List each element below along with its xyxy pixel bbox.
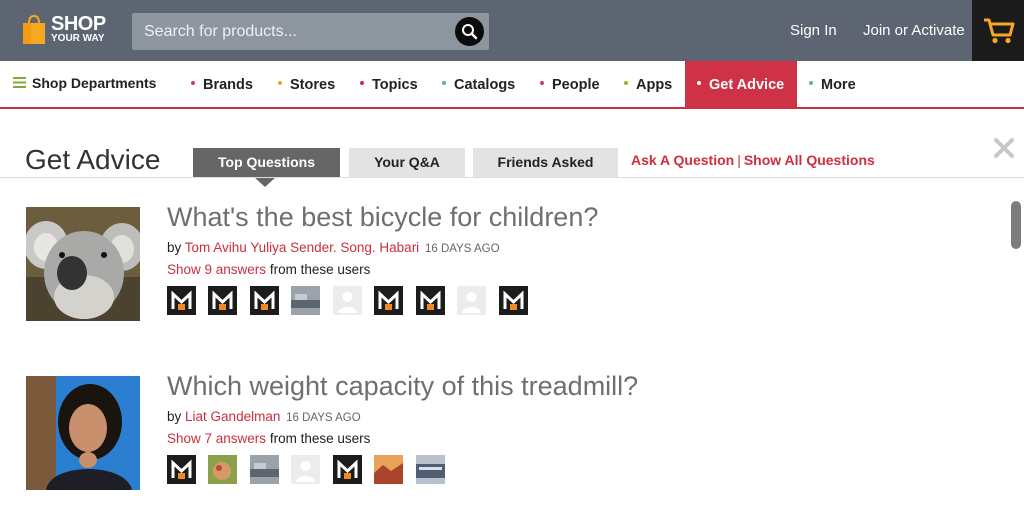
answers-summary: Show 7 answers from these users [167,430,370,447]
top-header: SHOP YOUR WAY Sign In Join or Activate [0,0,1024,61]
woman-portrait-photo-icon [26,376,140,490]
page: SHOP YOUR WAY Sign In Join or Activate [0,0,1024,525]
show-answers-link[interactable]: Show 7 answers [167,431,266,446]
author-link[interactable]: Tom Avihu Yuliya Sender. Song. Habari [185,240,419,255]
question-age: 16 days ago [286,412,361,424]
nav-dot-icon [540,81,544,86]
nav-item-topics[interactable]: Topics [360,61,418,108]
join-activate-link[interactable]: Join or Activate [863,22,965,40]
author-link[interactable]: Liat Gandelman [185,409,280,424]
m-logo-avatar-icon[interactable] [498,286,528,315]
from-users-label: from these users [269,431,371,446]
nav-dot-icon [360,81,364,86]
nav-item-label: Stores [290,77,336,93]
divider [0,177,1024,178]
from-users-label: from these users [269,262,371,277]
nav-item-more[interactable]: More [809,61,856,108]
nav-item-brands[interactable]: Brands [191,61,253,108]
question-meta: by Tom Avihu Yuliya Sender. Song. Habari… [167,239,500,258]
nav-dot-icon [191,81,195,86]
question-title[interactable]: Which weight capacity of this treadmill? [167,370,638,402]
search-box [132,13,489,50]
desk-photo-avatar-icon[interactable] [249,455,279,484]
shop-departments-menu[interactable]: Shop Departments [13,75,156,93]
shopping-bag-icon [23,15,45,44]
ask-question-link[interactable]: Ask A Question [631,152,734,168]
shop-your-way-logo[interactable]: SHOP YOUR WAY [22,13,114,47]
show-answers-link[interactable]: Show 9 answers [167,262,266,277]
m-logo-avatar-icon[interactable] [167,286,196,315]
active-tab-pointer [254,177,276,187]
question-age: 16 days ago [424,243,500,255]
answers-summary: Show 9 answers from these users [167,261,370,278]
answer-avatars [167,455,453,484]
nav-item-label: Brands [203,77,253,93]
close-icon[interactable] [993,137,1015,159]
cart-icon [984,18,1015,44]
blank-user-avatar-icon[interactable] [457,286,487,315]
nav-item-label: Catalogs [454,77,516,93]
search-button[interactable] [455,17,484,46]
koala-photo-icon [26,207,140,321]
page-title: Get Advice [25,144,161,175]
m-logo-avatar-icon[interactable] [208,286,238,315]
question-meta: by Liat Gandelman 16 days ago [167,408,361,427]
question-photo-woman[interactable] [26,376,140,490]
show-all-questions-link[interactable]: Show All Questions [744,152,875,168]
logo-text: SHOP [51,13,106,35]
blank-user-avatar-icon[interactable] [332,286,362,315]
nav-item-people[interactable]: People [540,61,600,108]
sign-in-link[interactable]: Sign In [790,22,837,40]
m-logo-avatar-icon[interactable] [167,455,196,484]
nav-dot-icon [697,81,701,86]
search-icon [462,24,478,40]
question-photo-koala[interactable] [26,207,140,321]
question-title[interactable]: What's the best bicycle for children? [167,201,598,233]
scrollbar-thumb[interactable] [1011,201,1021,249]
nav-item-stores[interactable]: Stores [278,61,335,108]
nav-item-label: More [821,77,856,93]
nav-item-label: People [552,77,600,93]
tab-friends-asked[interactable]: Friends Asked [473,148,618,177]
nav-item-apps[interactable]: Apps [624,61,672,108]
answer-avatars [167,286,536,315]
tab-your-qa[interactable]: Your Q&A [349,148,465,177]
logo-subtext: YOUR WAY [51,33,105,44]
question-actions: Ask A Question | Show All Questions [631,152,875,169]
building-photo-avatar-icon[interactable] [415,455,445,484]
nav-item-get-advice[interactable]: Get Advice [685,61,797,108]
nav-item-catalogs[interactable]: Catalogs [442,61,515,108]
m-logo-avatar-icon[interactable] [374,286,404,315]
landscape-photo-avatar-icon[interactable] [374,455,404,484]
main-nav: Shop Departments Brands Stores Topics Ca… [0,61,1024,109]
desk-photo-avatar-icon[interactable] [291,286,321,315]
tab-top-questions[interactable]: Top Questions [193,148,340,177]
link-separator: | [737,152,741,168]
blank-user-avatar-icon[interactable] [291,455,321,484]
by-label: by [167,240,182,255]
m-logo-avatar-icon[interactable] [415,286,445,315]
by-label: by [167,409,182,424]
m-logo-avatar-icon[interactable] [332,455,362,484]
menu-icon [13,77,26,89]
nav-dot-icon [278,81,282,86]
nav-item-label: Apps [636,77,673,93]
cart-button[interactable] [972,0,1024,61]
shop-departments-label: Shop Departments [32,75,157,91]
nav-item-label: Get Advice [709,77,785,93]
nav-item-label: Topics [372,77,418,93]
nav-dot-icon [809,81,813,86]
nav-dot-icon [624,81,628,86]
food-photo-avatar-icon[interactable] [208,455,238,484]
nav-dot-icon [442,81,446,86]
m-logo-avatar-icon[interactable] [249,286,279,315]
search-input[interactable] [144,13,444,50]
